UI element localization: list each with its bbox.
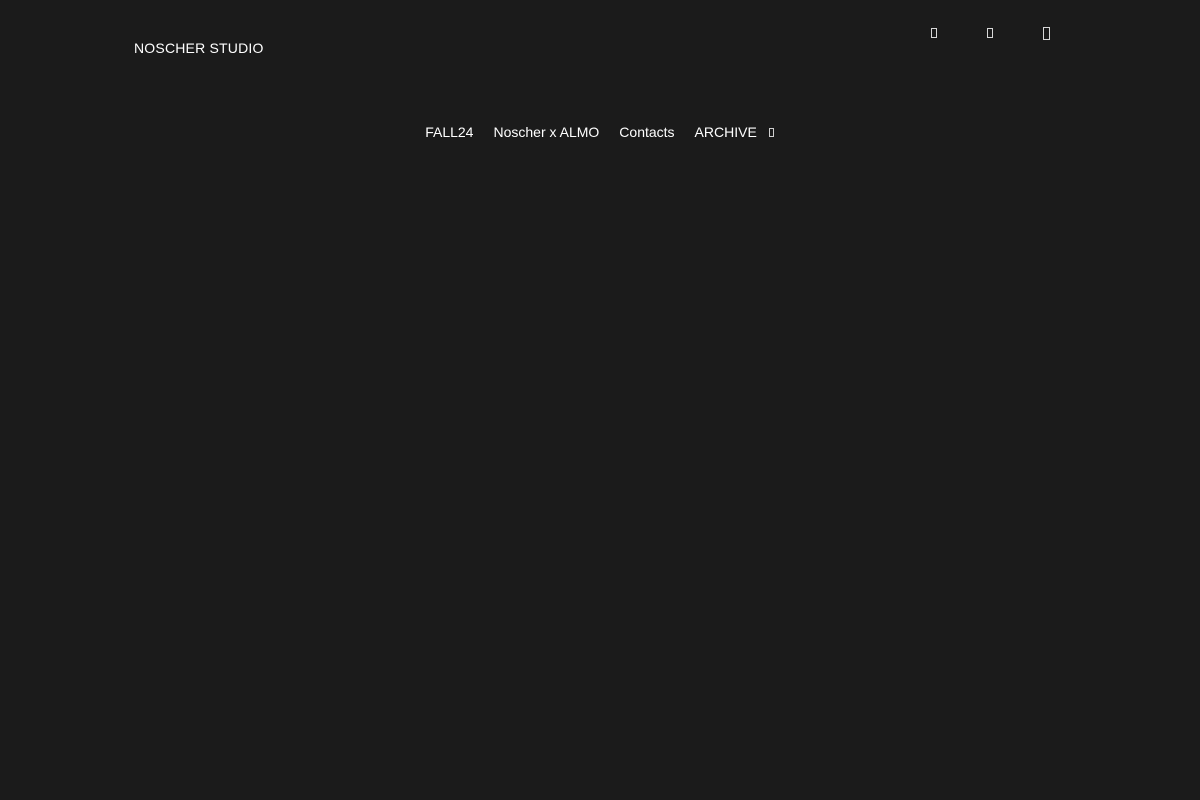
chevron-down-icon[interactable] [768, 127, 774, 137]
site-header: NOSCHER STUDIO FALL24 Noscher x ALMO Con… [0, 0, 1200, 170]
cart-icon [1042, 26, 1050, 40]
main-nav-items: FALL24 Noscher x ALMO Contacts ARCHIVE [425, 124, 774, 140]
main-content [0, 170, 1200, 800]
nav-item-noscher-x-almo[interactable]: Noscher x ALMO [493, 124, 599, 140]
nav-item-fall24[interactable]: FALL24 [425, 124, 473, 140]
brand-logo-link[interactable]: NOSCHER STUDIO [134, 40, 264, 56]
main-nav: FALL24 Noscher x ALMO Contacts ARCHIVE [0, 124, 1200, 140]
search-icon [987, 28, 993, 38]
search-button[interactable] [980, 22, 1000, 44]
account-icon [931, 28, 937, 38]
cart-button[interactable] [1036, 22, 1056, 44]
nav-item-contacts[interactable]: Contacts [619, 124, 674, 140]
page: NOSCHER STUDIO FALL24 Noscher x ALMO Con… [0, 0, 1200, 800]
account-button[interactable] [924, 22, 944, 44]
nav-item-archive[interactable]: ARCHIVE [695, 124, 774, 140]
nav-item-archive-label: ARCHIVE [694, 124, 757, 140]
